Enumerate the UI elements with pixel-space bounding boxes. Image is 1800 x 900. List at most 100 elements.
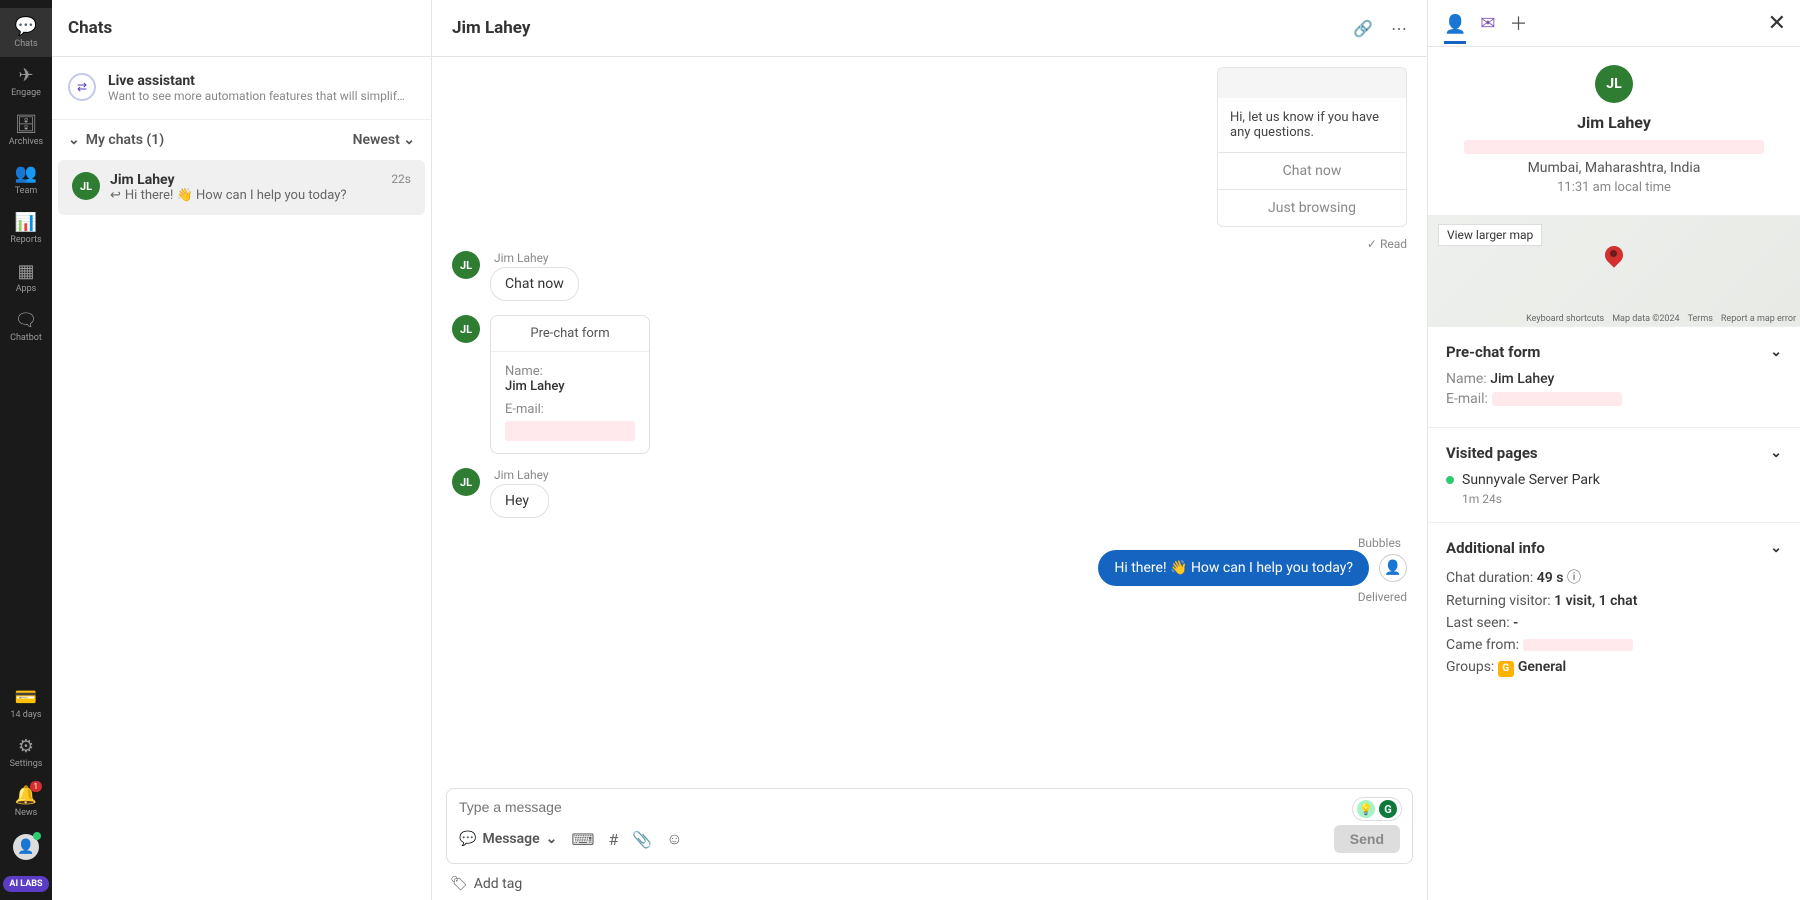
form-title: Pre-chat form: [491, 316, 649, 352]
rail-14days-label: 14 days: [10, 710, 41, 720]
grammar-icon: G: [1379, 800, 1397, 818]
message-bubble: Chat now: [490, 267, 579, 301]
chat-row-time: 22s: [391, 172, 411, 188]
form-name-value: Jim Lahey: [505, 379, 635, 394]
form-name-label: Name:: [505, 364, 635, 379]
rail-chats[interactable]: 💬 Chats: [0, 8, 52, 57]
rail-team-label: Team: [15, 186, 38, 196]
rail-team[interactable]: 👥 Team: [0, 155, 52, 204]
profile-time: 11:31 am local time: [1444, 180, 1784, 195]
message-type-label: Message: [482, 831, 539, 847]
came-from-label: Came from:: [1446, 637, 1519, 653]
add-tag-button[interactable]: 🏷 Add tag: [432, 868, 1427, 900]
emoji-icon[interactable]: ☺: [666, 829, 682, 849]
agent-name: Bubbles: [452, 536, 1401, 550]
reply-icon: ↩: [110, 188, 121, 203]
chevron-down-icon: ⌄: [68, 132, 80, 148]
person-tab-icon[interactable]: 👤: [1444, 14, 1466, 44]
mail-tab-icon[interactable]: ✉: [1480, 13, 1495, 34]
chevron-down-icon: ⌄: [546, 831, 558, 847]
canned-response-icon[interactable]: ⌨: [571, 830, 594, 849]
visited-header[interactable]: Visited pages ⌄: [1446, 444, 1782, 462]
location-map[interactable]: View larger map Keyboard shortcuts Map d…: [1428, 215, 1800, 327]
chat-list-panel: Chats ⇄ Live assistant Want to see more …: [52, 0, 432, 900]
live-assistant-title: Live assistant: [108, 73, 405, 89]
rail-chats-label: Chats: [14, 39, 37, 49]
prechat-section: Pre-chat form ⌄ Name: Jim Lahey E-mail:: [1428, 327, 1800, 428]
ai-labs-badge[interactable]: AI LABS: [3, 876, 48, 892]
rail-chatbot-label: Chatbot: [10, 333, 42, 343]
composer-helper-pill[interactable]: 💡 G: [1352, 797, 1402, 821]
news-badge: 1: [30, 781, 43, 792]
rail-engage[interactable]: ✈ Engage: [0, 57, 52, 106]
bubble-icon: 🗨: [15, 310, 38, 331]
returning-value: 1 visit, 1 chat: [1554, 593, 1637, 609]
read-status: ✓ Read: [1367, 237, 1407, 251]
rail-engage-label: Engage: [11, 88, 41, 98]
nav-rail: 💬 Chats ✈ Engage 🗄 Archives 👥 Team 📊 Rep…: [0, 0, 52, 900]
visited-duration: 1m 24s: [1462, 492, 1782, 506]
rail-archives[interactable]: 🗄 Archives: [0, 106, 52, 155]
more-icon[interactable]: ⋯: [1391, 19, 1407, 38]
greeting-just-browsing-button[interactable]: Just browsing: [1218, 189, 1406, 226]
message-row: JL Jim Lahey Chat now: [452, 251, 1407, 301]
greeting-chat-now-button[interactable]: Chat now: [1218, 152, 1406, 189]
rail-settings[interactable]: ⚙ Settings: [0, 728, 52, 777]
delivered-status: Delivered: [452, 590, 1407, 604]
chevron-down-icon: ⌄: [1770, 445, 1782, 461]
chevron-down-icon: ⌄: [403, 132, 415, 148]
prechat-header[interactable]: Pre-chat form ⌄: [1446, 343, 1782, 361]
rail-apps[interactable]: ▦ Apps: [0, 253, 52, 302]
attachment-icon[interactable]: 📎: [632, 830, 652, 849]
sort-dropdown[interactable]: Newest ⌄: [353, 132, 415, 148]
returning-label: Returning visitor:: [1446, 593, 1551, 609]
message-type-dropdown[interactable]: 💬 Message ⌄: [459, 831, 557, 847]
rail-14days[interactable]: 💳 14 days: [0, 679, 52, 728]
sort-label: Newest: [353, 132, 400, 148]
avatar: JL: [452, 468, 480, 496]
close-icon[interactable]: ✕: [1768, 11, 1786, 36]
rail-chatbot[interactable]: 🗨 Chatbot: [0, 302, 52, 351]
link-icon[interactable]: 🔗: [1353, 19, 1373, 38]
message-input[interactable]: [459, 799, 1400, 815]
prechat-name-value: Jim Lahey: [1490, 371, 1554, 387]
message-row: JL Jim Lahey Hey: [452, 468, 1407, 518]
conversation-header: Jim Lahey 🔗 ⋯: [432, 0, 1427, 57]
message-bubble: Hey: [490, 484, 549, 518]
conversation-panel: Jim Lahey 🔗 ⋯ Hi, let us know if you hav…: [432, 0, 1428, 900]
group-chip-icon: G: [1498, 661, 1514, 677]
add-tab-icon[interactable]: ＋: [1510, 10, 1528, 36]
hash-icon[interactable]: #: [608, 830, 618, 849]
prechat-form-card: Pre-chat form Name: Jim Lahey E-mail:: [490, 315, 650, 454]
chat-duration-label: Chat duration:: [1446, 570, 1533, 586]
rail-news[interactable]: 🔔 1 News: [0, 777, 52, 826]
conversation-title: Jim Lahey: [452, 18, 530, 38]
message-composer: 💡 G 💬 Message ⌄ ⌨ # 📎 ☺: [446, 788, 1413, 864]
rail-profile[interactable]: 👤: [0, 826, 52, 868]
rail-reports[interactable]: 📊 Reports: [0, 204, 52, 253]
agent-bubble: Hi there! 👋 How can I help you today?: [1098, 550, 1369, 586]
visited-page-row[interactable]: Sunnyvale Server Park: [1446, 472, 1782, 488]
info-icon[interactable]: ⓘ: [1567, 570, 1581, 586]
avatar: JL: [72, 172, 100, 200]
redacted-email: [1464, 140, 1764, 154]
map-attribution: Keyboard shortcuts Map data ©2024 Terms …: [1526, 314, 1796, 324]
bar-chart-icon: 📊: [15, 212, 37, 233]
prechat-email-label: E-mail:: [1446, 391, 1488, 407]
agent-message-row: Bubbles Hi there! 👋 How can I help you t…: [452, 536, 1407, 604]
view-larger-map-button[interactable]: View larger map: [1438, 224, 1542, 246]
live-assistant-card[interactable]: ⇄ Live assistant Want to see more automa…: [52, 57, 431, 120]
chat-row[interactable]: JL Jim Lahey 22s ↩ Hi there! 👋 How can I…: [58, 160, 425, 215]
my-chats-header[interactable]: ⌄ My chats (1) Newest ⌄: [52, 120, 431, 160]
chevron-down-icon: ⌄: [1770, 540, 1782, 556]
additional-header[interactable]: Additional info ⌄: [1446, 539, 1782, 557]
assistant-icon: ⇄: [68, 73, 96, 101]
chat-list-title: Chats: [52, 0, 431, 57]
rail-archives-label: Archives: [9, 137, 43, 147]
send-button[interactable]: Send: [1334, 825, 1400, 853]
avatar: JL: [1595, 65, 1633, 103]
archive-icon: 🗄: [15, 114, 38, 135]
form-email-label: E-mail:: [505, 402, 635, 417]
details-tabs: 👤 ✉ ＋ ✕: [1428, 0, 1800, 47]
profile-section: JL Jim Lahey Mumbai, Maharashtra, India …: [1428, 47, 1800, 205]
